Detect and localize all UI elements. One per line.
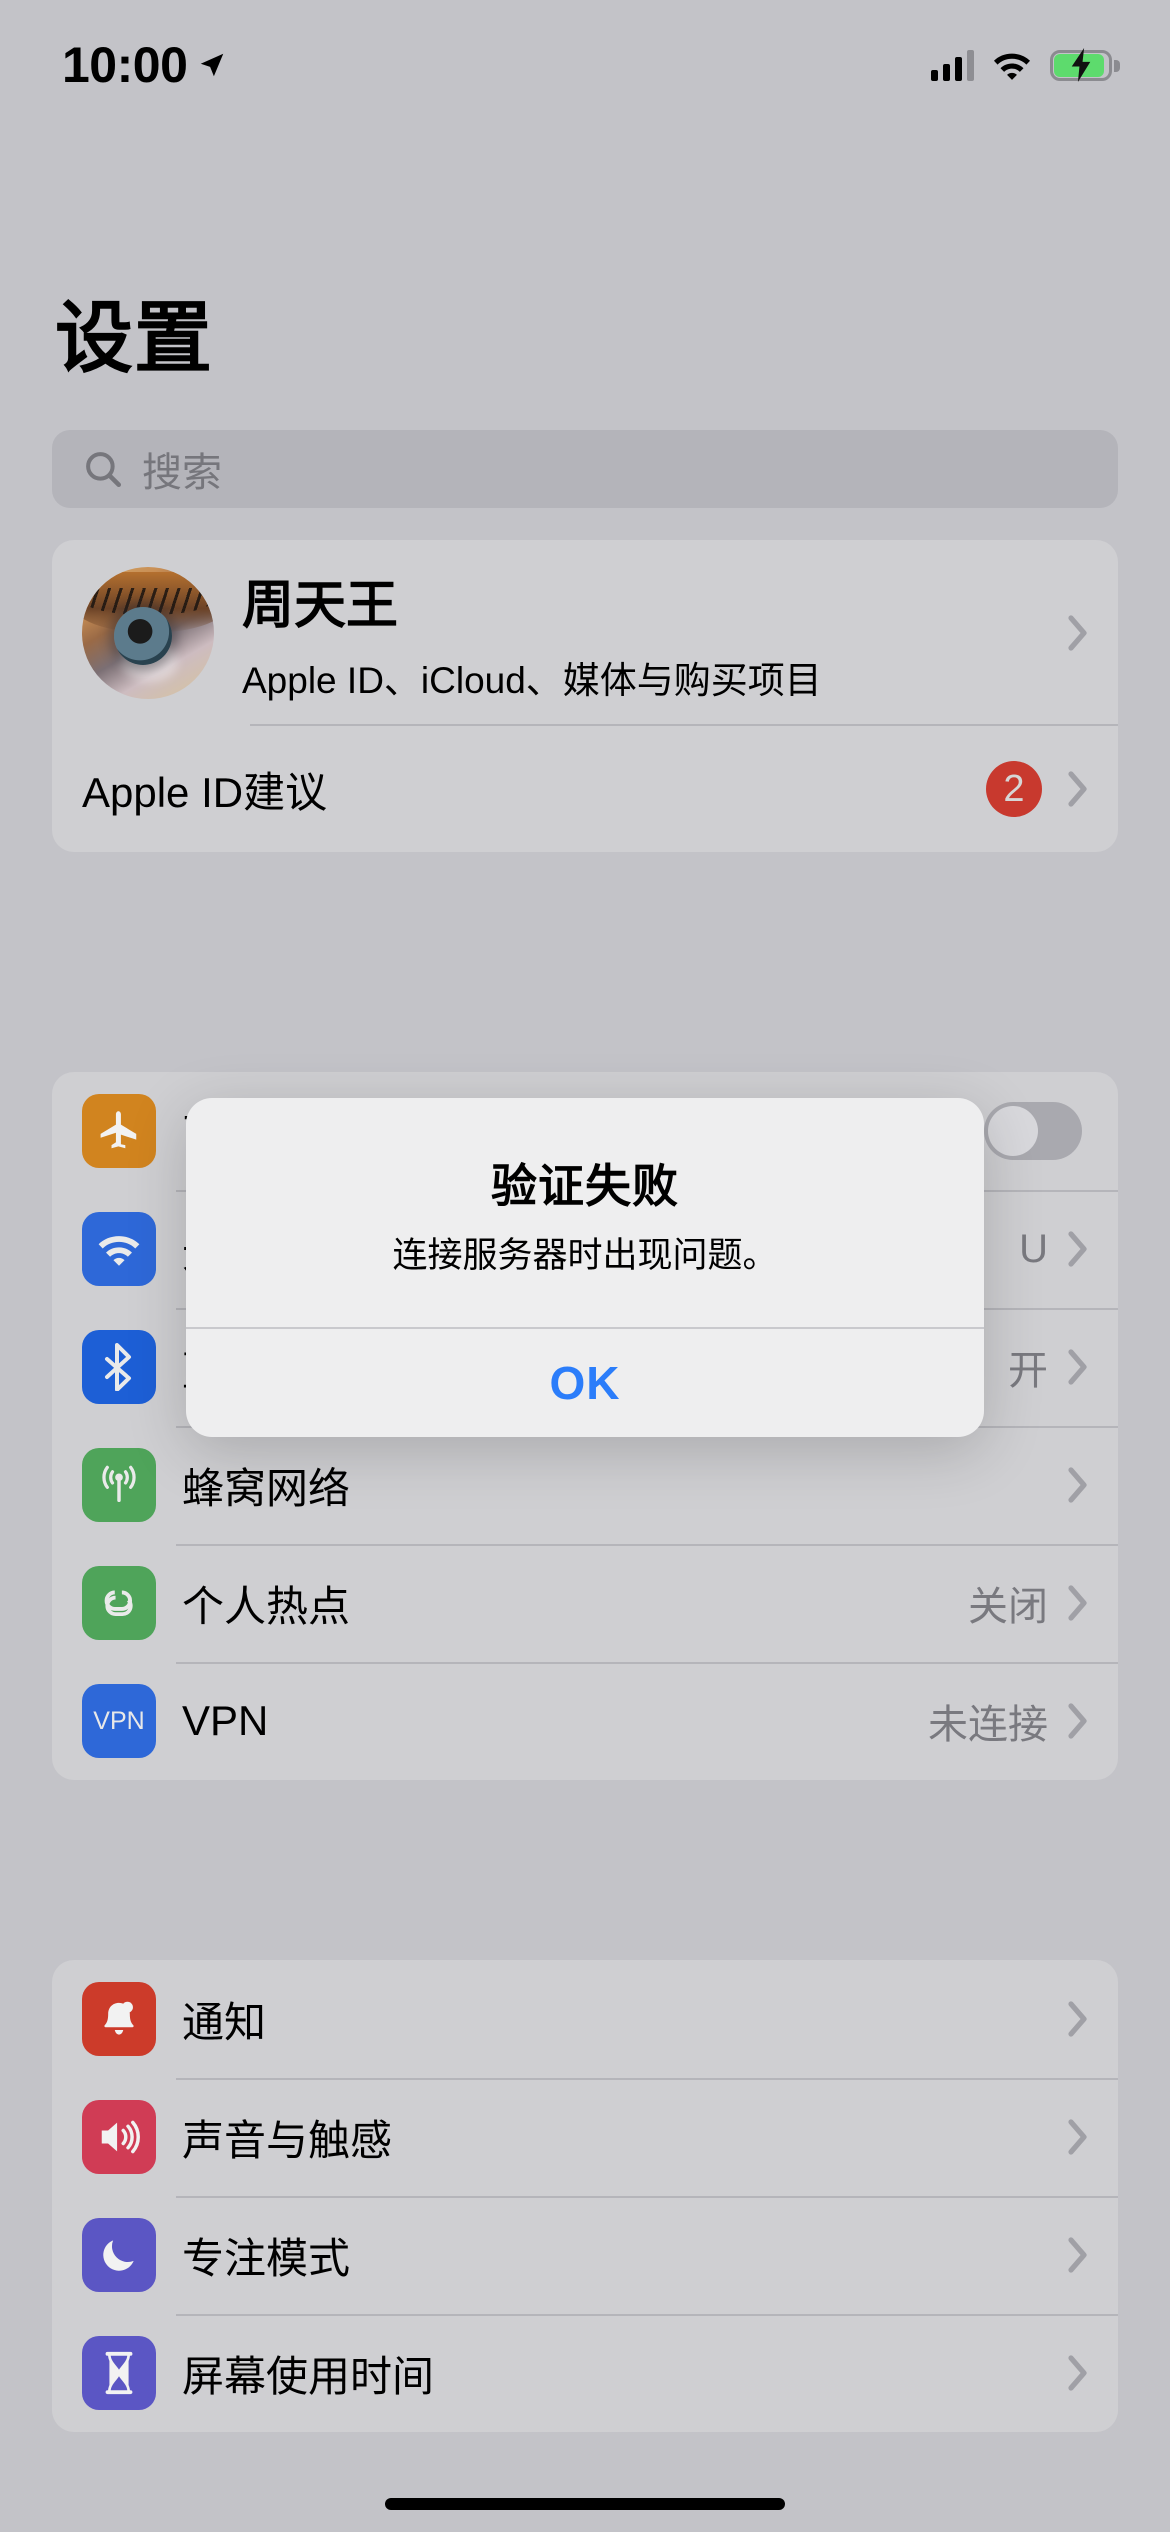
- chevron-right-icon: [1068, 2237, 1087, 2273]
- chevron-right-icon: [1068, 2119, 1087, 2155]
- location-arrow-icon: [201, 53, 224, 77]
- alert-ok-button[interactable]: OK: [186, 1329, 984, 1437]
- apple-id-suggestion-label: Apple ID建议: [82, 768, 328, 816]
- page-title: 设置: [55, 294, 214, 382]
- chevron-right-icon: [1068, 771, 1087, 807]
- chevron-right-icon: [1068, 1349, 1087, 1385]
- settings-row-label: 屏幕使用时间: [182, 2352, 435, 2400]
- avatar: [82, 567, 214, 699]
- settings-row-hotspot[interactable]: 个人热点 关闭: [52, 1544, 1118, 1662]
- settings-row-focus[interactable]: 专注模式: [52, 2196, 1118, 2314]
- bell-icon: [82, 1982, 156, 2056]
- settings-row-value: 未连接: [928, 1703, 1048, 1747]
- apple-id-suggestion-row[interactable]: Apple ID建议 2: [52, 726, 1118, 852]
- settings-row-label: 蜂窝网络: [182, 1464, 351, 1512]
- chevron-right-icon: [1068, 1231, 1087, 1267]
- status-bar-left: 10:00: [62, 36, 227, 94]
- chevron-right-icon: [1068, 2355, 1087, 2391]
- chevron-right-icon: [1068, 615, 1087, 651]
- cellular-antenna-icon: [82, 1448, 156, 1522]
- status-bar-right: [931, 48, 1120, 82]
- settings-row-cellular[interactable]: 蜂窝网络: [52, 1426, 1118, 1544]
- settings-row-screen-time[interactable]: 屏幕使用时间: [52, 2314, 1118, 2432]
- battery-charging-icon: [1050, 48, 1120, 82]
- settings-row-value: 关闭: [968, 1585, 1048, 1629]
- settings-row-label: 声音与触感: [182, 2116, 393, 2164]
- chevron-right-icon: [1068, 1703, 1087, 1739]
- settings-row-label: 专注模式: [182, 2234, 351, 2282]
- status-badge: 2: [986, 761, 1042, 817]
- settings-row-value: U: [1019, 1226, 1048, 1271]
- settings-row-label: VPN: [182, 1697, 269, 1744]
- home-indicator: [385, 2498, 785, 2510]
- chevron-right-icon: [1068, 1467, 1087, 1503]
- vpn-icon: VPN: [82, 1684, 156, 1758]
- account-subtitle: Apple ID、iCloud、媒体与购买项目: [242, 659, 822, 701]
- settings-row-label: 通知: [182, 1998, 267, 2046]
- airplane-mode-toggle[interactable]: [984, 1102, 1082, 1160]
- speaker-icon: [82, 2100, 156, 2174]
- alert-body: 验证失败 连接服务器时出现问题。: [186, 1098, 984, 1327]
- alert-message: 连接服务器时出现问题。: [392, 1236, 778, 1275]
- account-card: 周天王 Apple ID、iCloud、媒体与购买项目 Apple ID建议 2: [52, 540, 1118, 852]
- search-icon: [86, 452, 122, 488]
- apple-id-account-row[interactable]: 周天王 Apple ID、iCloud、媒体与购买项目: [52, 540, 1118, 726]
- wifi-icon: [993, 53, 1031, 80]
- hotspot-link-icon: [82, 1566, 156, 1640]
- cellular-signal-icon: [931, 49, 974, 81]
- chevron-right-icon: [1068, 1585, 1087, 1621]
- alert-dialog: 验证失败 连接服务器时出现问题。 OK: [186, 1098, 984, 1438]
- settings-row-sounds-haptics[interactable]: 声音与触感: [52, 2078, 1118, 2196]
- status-bar-clock: 10:00: [62, 37, 188, 93]
- search-input[interactable]: 搜索: [52, 430, 1118, 508]
- chevron-right-icon: [1068, 2001, 1087, 2037]
- settings-row-notifications[interactable]: 通知: [52, 1960, 1118, 2078]
- settings-row-label: 个人热点: [182, 1582, 351, 1630]
- alert-title: 验证失败: [491, 1160, 679, 1212]
- account-text: 周天王 Apple ID、iCloud、媒体与购买项目: [242, 563, 1068, 704]
- settings-row-vpn[interactable]: VPN VPN 未连接: [52, 1662, 1118, 1780]
- wifi-icon: [82, 1212, 156, 1286]
- account-name: 周天王: [242, 576, 399, 635]
- hourglass-icon: [82, 2336, 156, 2410]
- system-card: 通知 声音与触感 专注模式 屏幕使用时间: [52, 1960, 1118, 2432]
- moon-icon: [82, 2218, 156, 2292]
- status-bar: 10:00: [0, 0, 1170, 130]
- settings-row-value: 开: [1008, 1349, 1048, 1393]
- bluetooth-icon: [82, 1330, 156, 1404]
- airplane-icon: [82, 1094, 156, 1168]
- search-placeholder: 搜索: [142, 451, 222, 495]
